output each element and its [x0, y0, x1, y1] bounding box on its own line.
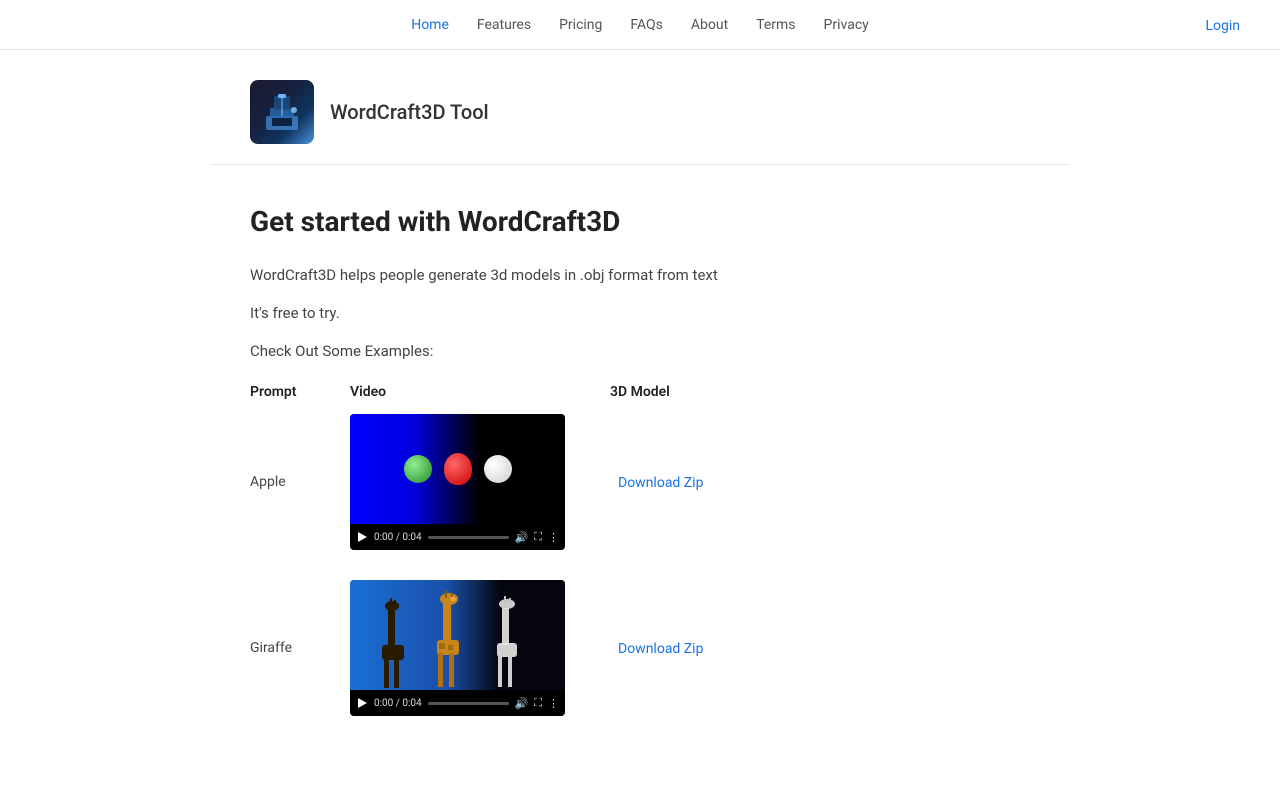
video-player-apple[interactable]: 0:00 / 0:04 🔊 ⛶ ⋮ — [350, 414, 565, 550]
examples-table: Prompt Video 3D Model Apple — [250, 384, 1030, 716]
app-title: WordCraft3D Tool — [330, 100, 489, 124]
nav-links: Home Features Pricing FAQs About Terms P… — [411, 17, 869, 33]
col-header-model: 3D Model — [610, 384, 670, 400]
logo-section: WordCraft3D Tool — [210, 50, 1070, 165]
page-heading: Get started with WordCraft3D — [250, 205, 1030, 238]
apple-red-icon — [444, 453, 472, 485]
download-link-giraffe[interactable]: Download Zip — [618, 641, 703, 657]
table-row: Giraffe — [250, 580, 1030, 716]
volume-icon-apple[interactable]: 🔊 — [515, 531, 529, 544]
table-header: Prompt Video 3D Model — [250, 384, 1030, 400]
nav-pricing[interactable]: Pricing — [559, 17, 602, 33]
nav-home[interactable]: Home — [411, 17, 449, 33]
nav-terms[interactable]: Terms — [756, 17, 795, 33]
time-display-apple: 0:00 / 0:04 — [374, 532, 422, 543]
video-controls-giraffe: 0:00 / 0:04 🔊 ⛶ ⋮ — [350, 690, 565, 716]
examples-heading: Check Out Some Examples: — [250, 342, 1030, 360]
play-button-apple[interactable] — [356, 531, 368, 543]
time-display-giraffe: 0:00 / 0:04 — [374, 698, 422, 709]
progress-bar-apple[interactable] — [428, 536, 509, 539]
video-player-giraffe[interactable]: 0:00 / 0:04 🔊 ⛶ ⋮ — [350, 580, 565, 716]
apple-green-icon — [404, 455, 432, 483]
menu-icon-giraffe[interactable]: ⋮ — [548, 697, 559, 710]
row-video-giraffe: 0:00 / 0:04 🔊 ⛶ ⋮ — [350, 580, 610, 716]
download-link-apple[interactable]: Download Zip — [618, 475, 703, 491]
video-preview-giraffe — [350, 580, 565, 690]
app-logo-image — [250, 80, 314, 144]
fullscreen-icon-apple[interactable]: ⛶ — [534, 530, 542, 544]
table-row: Apple 0:00 / 0:04 — [250, 414, 1030, 550]
nav-privacy[interactable]: Privacy — [824, 17, 869, 33]
video-preview-apple — [350, 414, 565, 524]
apple-white-icon — [484, 455, 512, 483]
apple-objects — [396, 453, 520, 485]
volume-icon-giraffe[interactable]: 🔊 — [515, 697, 529, 710]
printer-svg-icon — [258, 88, 306, 136]
video-controls-apple: 0:00 / 0:04 🔊 ⛶ ⋮ — [350, 524, 565, 550]
free-text: It's free to try. — [250, 304, 1030, 322]
navigation: Home Features Pricing FAQs About Terms P… — [0, 0, 1280, 50]
row-prompt-apple: Apple — [250, 474, 350, 490]
row-model-apple: Download Zip — [618, 473, 703, 491]
menu-icon-apple[interactable]: ⋮ — [548, 531, 559, 544]
row-video-apple: 0:00 / 0:04 🔊 ⛶ ⋮ — [350, 414, 610, 550]
play-button-giraffe[interactable] — [356, 697, 368, 709]
nav-faqs[interactable]: FAQs — [630, 17, 663, 33]
main-content: Get started with WordCraft3D WordCraft3D… — [210, 165, 1070, 786]
nav-about[interactable]: About — [691, 17, 728, 33]
login-link[interactable]: Login — [1205, 18, 1240, 34]
col-header-video: Video — [350, 384, 610, 400]
play-triangle-giraffe-icon — [358, 698, 367, 708]
nav-features[interactable]: Features — [477, 17, 531, 33]
row-model-giraffe: Download Zip — [618, 639, 703, 657]
progress-bar-giraffe[interactable] — [428, 702, 509, 705]
description-text: WordCraft3D helps people generate 3d mod… — [250, 266, 1030, 284]
giraffe-scene-svg — [350, 580, 565, 690]
play-triangle-icon — [358, 532, 367, 542]
fullscreen-icon-giraffe[interactable]: ⛶ — [534, 696, 542, 710]
nav-login-section: Login — [1205, 16, 1240, 34]
row-prompt-giraffe: Giraffe — [250, 640, 350, 656]
col-header-prompt: Prompt — [250, 384, 350, 400]
